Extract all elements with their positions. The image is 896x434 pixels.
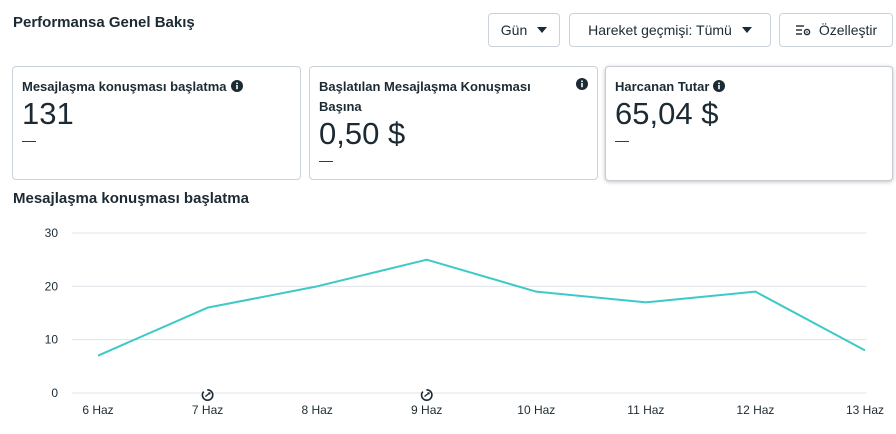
- customize-columns-icon: [795, 23, 811, 37]
- chart-title: Mesajlaşma konuşması başlatma: [13, 190, 249, 207]
- customize-button[interactable]: Özelleştir: [779, 13, 893, 47]
- metric-card-conversations[interactable]: Mesajlaşma konuşması başlatma 131 —: [12, 66, 301, 180]
- x-tick-label: 11 Haz: [627, 403, 664, 417]
- day-dropdown-button[interactable]: Gün: [488, 13, 560, 47]
- data-point[interactable]: [753, 290, 757, 294]
- metric-card-cost-per-conversation[interactable]: Başlatılan Mesajlaşma Konuşması Başına 0…: [309, 66, 598, 180]
- page-title: Performansa Genel Bakış: [13, 14, 195, 31]
- info-icon[interactable]: [576, 78, 588, 90]
- data-point[interactable]: [96, 354, 100, 358]
- data-point[interactable]: [206, 306, 210, 310]
- activity-history-icon[interactable]: [420, 389, 433, 401]
- metric-value: 0,50 $: [319, 116, 406, 151]
- y-tick-label: 0: [51, 386, 58, 400]
- day-dropdown-label: Gün: [500, 22, 528, 38]
- x-tick-label: 7 Haz: [192, 403, 223, 417]
- info-icon[interactable]: [230, 80, 243, 92]
- metric-value: 65,04 $: [615, 96, 719, 131]
- metric-label: Başlatılan Mesajlaşma Konuşması Başına: [319, 79, 531, 114]
- y-tick-label: 10: [45, 333, 59, 347]
- data-point[interactable]: [644, 300, 648, 304]
- metric-trend: —: [22, 132, 36, 148]
- chevron-down-icon: [741, 27, 752, 33]
- x-tick-label: 12 Haz: [736, 403, 774, 417]
- metric-label: Harcanan Tutar: [615, 79, 710, 94]
- x-tick-label: 10 Haz: [517, 403, 555, 417]
- data-point[interactable]: [425, 258, 429, 262]
- x-tick-label: 6 Haz: [82, 403, 113, 417]
- x-tick-label: 13 Haz: [846, 403, 884, 417]
- info-icon[interactable]: [713, 80, 726, 92]
- y-tick-label: 30: [45, 226, 59, 240]
- metric-trend: —: [319, 152, 333, 168]
- metric-label: Mesajlaşma konuşması başlatma: [22, 79, 227, 94]
- series-line[interactable]: [97, 258, 866, 357]
- data-point[interactable]: [863, 348, 867, 352]
- activity-history-label: Hareket geçmişi: Tümü: [588, 22, 732, 38]
- line-chart: 0 10 20 30 6 Haz 7 Haz 8 Haz 9 Haz 10 Haz 11 Haz 1…: [45, 226, 884, 417]
- data-point[interactable]: [534, 290, 538, 294]
- customize-label: Özelleştir: [818, 22, 878, 38]
- metric-trend: —: [615, 132, 629, 148]
- y-tick-label: 20: [45, 279, 59, 293]
- metric-card-amount-spent[interactable]: Harcanan Tutar 65,04 $ —: [605, 66, 893, 181]
- data-point[interactable]: [315, 284, 319, 288]
- metric-value: 131: [22, 96, 74, 131]
- x-tick-label: 8 Haz: [301, 403, 332, 417]
- x-tick-label: 9 Haz: [411, 403, 442, 417]
- chevron-down-icon: [537, 27, 548, 33]
- activity-history-dropdown-button[interactable]: Hareket geçmişi: Tümü: [569, 13, 771, 47]
- activity-history-icon[interactable]: [201, 389, 214, 401]
